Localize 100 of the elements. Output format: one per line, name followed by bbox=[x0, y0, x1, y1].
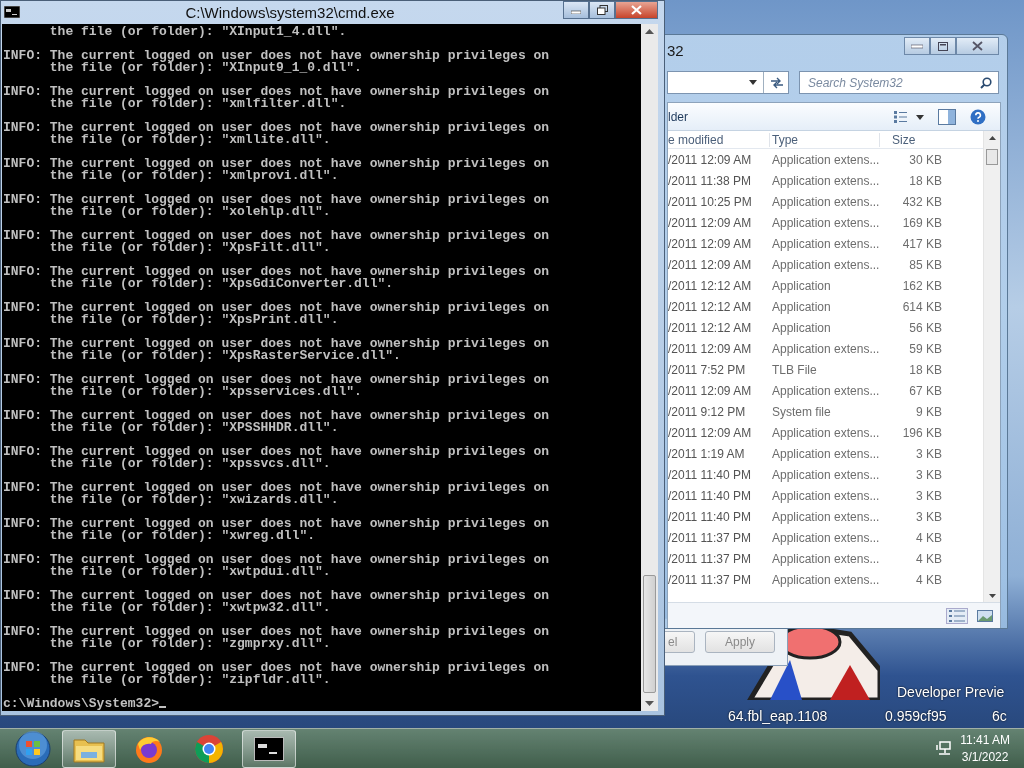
preview-pane-icon[interactable] bbox=[938, 108, 956, 125]
address-bar[interactable] bbox=[667, 71, 789, 94]
table-cell-text: Application extens... bbox=[771, 446, 880, 461]
console-line: the file (or folder): "XpsGdiConverter.dll". bbox=[48, 278, 394, 290]
console-line: the file (or folder): "xpssvcs.dll". bbox=[48, 458, 332, 470]
close-button[interactable] bbox=[615, 1, 658, 19]
console-line: INFO: The current logged on user does not have ownership privileges on bbox=[3, 302, 551, 314]
console-line: the file (or folder): "XInput9_1_0.dll". bbox=[48, 62, 363, 74]
table-cell-text: 3 KB bbox=[915, 488, 942, 503]
table-cell-text: /2011 10:25 PM bbox=[668, 194, 753, 209]
view-options-icon[interactable] bbox=[894, 110, 924, 123]
picture-icon bbox=[977, 609, 993, 622]
table-cell-text: TLB File bbox=[771, 362, 818, 377]
desktop-build-text: 0.959cf95 bbox=[885, 708, 947, 724]
table-cell-text: /2011 12:09 AM bbox=[668, 215, 753, 230]
scroll-down-icon bbox=[645, 701, 654, 707]
minimize-icon bbox=[911, 43, 923, 49]
table-cell-text: Application extens... bbox=[771, 152, 880, 167]
scrollbar[interactable] bbox=[641, 24, 658, 711]
table-cell-text: /2011 12:12 AM bbox=[668, 299, 753, 314]
table-cell-text: 56 KB bbox=[908, 320, 942, 335]
details-view-button[interactable] bbox=[946, 607, 968, 624]
table-cell-text: Application extens... bbox=[771, 572, 880, 587]
table-cell-text: 614 KB bbox=[901, 299, 942, 314]
console-line: INFO: The current logged on user does not have ownership privileges on bbox=[3, 50, 551, 62]
table-cell-text: Application extens... bbox=[771, 341, 880, 356]
table-cell-text: 85 KB bbox=[908, 257, 942, 272]
console-line: the file (or folder): "XpsRasterService.dll". bbox=[48, 350, 401, 362]
console-line: the file (or folder): "xolehlp.dll". bbox=[48, 206, 332, 218]
console-line: the file (or folder): "zipfldr.dll". bbox=[48, 674, 332, 686]
search-placeholder: Search System32 bbox=[808, 75, 904, 90]
maximize-button[interactable] bbox=[589, 1, 615, 19]
table-cell-text: /2011 11:37 PM bbox=[668, 551, 752, 566]
network-icon[interactable] bbox=[936, 740, 953, 757]
console-line: INFO: The current logged on user does not have ownership privileges on bbox=[3, 194, 551, 206]
scroll-thumb[interactable] bbox=[986, 149, 998, 165]
table-cell-text: 432 KB bbox=[901, 194, 942, 209]
table-cell-text: /2011 9:12 PM bbox=[668, 404, 747, 419]
thumbnail-view-button[interactable] bbox=[974, 607, 996, 624]
console-line: INFO: The current logged on user does not have ownership privileges on bbox=[3, 338, 551, 350]
minimize-button[interactable] bbox=[563, 1, 589, 19]
table-cell-text: Application bbox=[771, 299, 832, 314]
table-cell-text: 162 KB bbox=[901, 278, 942, 293]
console-line: the file (or folder): "xmlfilter.dll". bbox=[48, 98, 348, 110]
table-cell-text: Application bbox=[771, 320, 832, 335]
column-header[interactable]: Size bbox=[880, 132, 942, 147]
table-cell-text: /2011 1:19 AM bbox=[668, 446, 746, 461]
table-cell-text: Application extens... bbox=[771, 425, 880, 440]
clock-date: 3/1/2022 bbox=[961, 748, 1009, 766]
table-cell-text: /2011 11:40 PM bbox=[668, 467, 752, 482]
table-cell-text: Application extens... bbox=[771, 383, 880, 398]
table-cell-text: 59 KB bbox=[908, 341, 942, 356]
console-line: the file (or folder): "XPSSHHDR.dll". bbox=[48, 422, 340, 434]
console-line: INFO: The current logged on user does not have ownership privileges on bbox=[3, 482, 551, 494]
minimize-button[interactable] bbox=[904, 37, 930, 55]
console-line: the file (or folder): "xpsservices.dll". bbox=[48, 386, 363, 398]
close-button[interactable] bbox=[956, 37, 999, 55]
console-line: INFO: The current logged on user does not have ownership privileges on bbox=[3, 446, 551, 458]
scroll-down-icon bbox=[988, 594, 996, 598]
command-prompt: c:\Windows\System32> bbox=[3, 696, 160, 711]
search-field[interactable]: Search System32 bbox=[799, 71, 999, 94]
scroll-thumb[interactable] bbox=[643, 575, 656, 693]
table-cell-text: 3 KB bbox=[915, 446, 942, 461]
taskbar-button[interactable] bbox=[242, 729, 296, 768]
console-line: the file (or folder): "xwtpdui.dll". bbox=[48, 566, 332, 578]
table-cell-text: Application extens... bbox=[771, 173, 880, 188]
table-cell-text: Application extens... bbox=[771, 257, 880, 272]
table-cell-text: Application bbox=[771, 278, 832, 293]
table-cell-text: /2011 11:40 PM bbox=[668, 509, 752, 524]
scrollbar[interactable] bbox=[983, 131, 1000, 602]
table-cell-text: 4 KB bbox=[915, 551, 942, 566]
table-cell-text: /2011 11:37 PM bbox=[668, 572, 752, 587]
table-cell-text: 417 KB bbox=[901, 236, 942, 251]
console-line: INFO: The current logged on user does not have ownership privileges on bbox=[3, 266, 551, 278]
table-cell-text: 18 KB bbox=[908, 362, 942, 377]
refresh-icon[interactable] bbox=[770, 76, 784, 89]
console-line: INFO: The current logged on user does not have ownership privileges on bbox=[3, 230, 551, 242]
close-icon bbox=[631, 5, 642, 15]
table-cell-text: /2011 12:09 AM bbox=[668, 341, 753, 356]
console-icon bbox=[4, 6, 20, 18]
details-view-icon bbox=[949, 609, 965, 622]
column-header[interactable]: Type bbox=[770, 132, 880, 147]
table-cell-text: 18 KB bbox=[908, 173, 942, 188]
console-line: INFO: The current logged on user does not have ownership privileges on bbox=[3, 626, 551, 638]
help-icon[interactable] bbox=[970, 108, 986, 125]
window-title: 32 bbox=[667, 42, 685, 59]
table-cell-text: /2011 12:09 AM bbox=[668, 236, 753, 251]
console-line: the file (or folder): "zgmprxy.dll". bbox=[48, 638, 332, 650]
table-cell-text: Application extens... bbox=[771, 215, 880, 230]
table-cell-text: 169 KB bbox=[901, 215, 942, 230]
start-orb-icon bbox=[15, 730, 51, 767]
table-cell-text: 196 KB bbox=[901, 425, 942, 440]
console-line: INFO: The current logged on user does not have ownership privileges on bbox=[3, 122, 551, 134]
console-line: INFO: The current logged on user does not have ownership privileges on bbox=[3, 590, 551, 602]
console-line: INFO: The current logged on user does not have ownership privileges on bbox=[3, 86, 551, 98]
table-cell-text: /2011 11:40 PM bbox=[668, 488, 752, 503]
column-header[interactable]: e modified bbox=[668, 132, 770, 147]
chrome-icon bbox=[194, 733, 224, 764]
console-line: INFO: The current logged on user does not have ownership privileges on bbox=[3, 518, 551, 530]
maximize-button[interactable] bbox=[930, 37, 956, 55]
